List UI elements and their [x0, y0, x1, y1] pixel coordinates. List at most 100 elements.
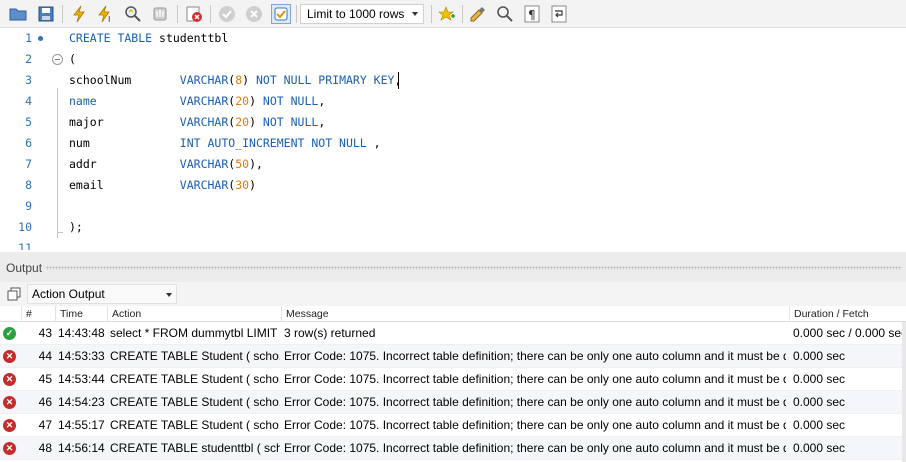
editor-line[interactable]: 7 addr VARCHAR(50),: [0, 154, 906, 175]
row-message: Error Code: 1075. Incorrect table defini…: [284, 441, 786, 455]
limit-rows-select[interactable]: Limit to 1000 rows: [300, 4, 424, 24]
table-row[interactable]: ✕ 46 14:54:23 CREATE TABLE Student ( scho..…: [0, 391, 906, 414]
col-message[interactable]: Message: [282, 306, 790, 322]
svg-text:¶: ¶: [528, 8, 536, 22]
editor-line[interactable]: 10);: [0, 217, 906, 238]
code-token: ): [249, 94, 263, 108]
editor-line[interactable]: 8 email VARCHAR(30): [0, 175, 906, 196]
row-number: 43: [38, 326, 52, 340]
execute-icon[interactable]: [69, 4, 89, 24]
toolbar-separator: [177, 5, 178, 23]
output-type-select[interactable]: Action Output: [27, 284, 177, 304]
line-number: 3: [25, 73, 32, 87]
row-duration: 0.000 sec: [793, 372, 846, 386]
code-token: );: [69, 220, 83, 234]
col-number[interactable]: #: [22, 306, 56, 322]
code-text: CREATE TABLE studenttbl: [69, 28, 228, 49]
row-action: CREATE TABLE Student ( scho...: [110, 372, 280, 386]
code-token: ,: [318, 94, 326, 108]
rollback-icon[interactable]: [244, 4, 264, 24]
editor-line[interactable]: 11: [0, 238, 906, 250]
row-duration: 0.000 sec / 0.000 sec: [793, 326, 906, 340]
editor-line[interactable]: 6 num INT AUTO_INCREMENT NOT NULL ,: [0, 133, 906, 154]
code-token: name: [69, 94, 97, 108]
table-row[interactable]: ✕ 44 14:53:33 CREATE TABLE Student ( scho..…: [0, 345, 906, 368]
table-row[interactable]: ✕ 48 14:56:14 CREATE TABLE studenttbl ( sch…: [0, 437, 906, 460]
autocommit-icon[interactable]: [271, 4, 291, 24]
code-token: ,: [366, 136, 381, 150]
code-text: email VARCHAR(30): [69, 175, 256, 196]
code-token: ): [242, 73, 256, 87]
panel-resize-grip[interactable]: [46, 266, 902, 270]
stop-icon[interactable]: [150, 4, 170, 24]
row-time: 14:53:33: [58, 349, 105, 363]
line-number: 11: [18, 241, 32, 250]
editor-line[interactable]: 9: [0, 196, 906, 217]
table-row[interactable]: ✕ 45 14:53:44 CREATE TABLE Student ( scho..…: [0, 368, 906, 391]
row-action: CREATE TABLE studenttbl ( sch...: [110, 441, 280, 455]
table-header: # Time Action Message Duration / Fetch: [0, 306, 906, 322]
row-duration: 0.000 sec: [793, 418, 846, 432]
beautify-icon[interactable]: [468, 4, 488, 24]
col-action[interactable]: Action: [108, 306, 282, 322]
execute-selection-icon[interactable]: I: [96, 4, 116, 24]
fold-toggle-icon[interactable]: [52, 54, 63, 65]
editor-line[interactable]: 2(: [0, 49, 906, 70]
code-token: VARCHAR: [179, 73, 229, 87]
editor-line[interactable]: 5 major VARCHAR(20) NOT NULL,: [0, 112, 906, 133]
col-duration[interactable]: Duration / Fetch: [790, 306, 902, 322]
add-snippet-icon[interactable]: [437, 4, 457, 24]
row-action: CREATE TABLE Student ( scho...: [110, 395, 280, 409]
code-token: NOT NULL PRIMARY KEY: [255, 73, 395, 87]
save-icon[interactable]: [36, 4, 56, 24]
code-token: VARCHAR: [179, 94, 229, 108]
row-message: Error Code: 1075. Incorrect table defini…: [284, 395, 786, 409]
code-token: INT AUTO_INCREMENT NOT NULL: [179, 136, 367, 150]
sql-editor-toolbar: I Limit to 1000 rows ¶: [0, 0, 906, 28]
explain-icon[interactable]: [123, 4, 143, 24]
row-duration: 0.000 sec: [793, 349, 846, 363]
code-token: ): [249, 178, 256, 192]
error-icon: ✕: [3, 419, 16, 432]
vertical-scrollbar[interactable]: [902, 322, 906, 462]
wrap-icon[interactable]: [549, 4, 569, 24]
code-text: major VARCHAR(20) NOT NULL,: [69, 112, 325, 133]
code-token: ),: [249, 157, 263, 171]
sql-editor[interactable]: 1 CREATE TABLE studenttbl 2( 3 schoolNum VAR…: [0, 28, 906, 250]
code-text: (: [69, 49, 76, 70]
toolbar-separator: [462, 5, 463, 23]
action-output-table: # Time Action Message Duration / Fetch ✓…: [0, 306, 906, 462]
editor-line[interactable]: 4 name VARCHAR(20) NOT NULL,: [0, 91, 906, 112]
find-icon[interactable]: [495, 4, 515, 24]
row-number: 44: [38, 349, 52, 363]
error-icon: ✕: [3, 396, 16, 409]
row-duration: 0.000 sec: [793, 441, 846, 455]
code-token: (: [69, 52, 76, 66]
code-text: addr VARCHAR(50),: [69, 154, 263, 175]
col-time[interactable]: Time: [56, 306, 108, 322]
svg-text:I: I: [108, 15, 110, 23]
editor-line[interactable]: 1 CREATE TABLE studenttbl: [0, 28, 906, 49]
toggle-error-icon[interactable]: [184, 4, 204, 24]
line-number: 4: [25, 94, 32, 108]
code-token: ,: [318, 115, 326, 129]
open-folder-icon[interactable]: [8, 4, 28, 24]
copy-icon[interactable]: [7, 287, 21, 301]
limit-rows-label: Limit to 1000 rows: [307, 7, 405, 21]
code-token: schoolNum: [69, 73, 132, 87]
code-token: num: [69, 136, 90, 150]
invisible-chars-icon[interactable]: ¶: [522, 4, 542, 24]
row-action: CREATE TABLE Student ( scho...: [110, 349, 280, 363]
code-token: CREATE TABLE: [69, 31, 153, 45]
row-time: 14:55:17: [58, 418, 105, 432]
table-row[interactable]: ✕ 47 14:55:17 CREATE TABLE Student ( scho..…: [0, 414, 906, 437]
code-token: 50: [235, 157, 250, 171]
commit-icon[interactable]: [217, 4, 237, 24]
line-number: 9: [25, 199, 32, 213]
row-message: Error Code: 1075. Incorrect table defini…: [284, 418, 786, 432]
table-row[interactable]: ✓ 43 14:43:48 select * FROM dummytbl LIMIT …: [0, 322, 906, 345]
editor-line[interactable]: 3 schoolNum VARCHAR(8) NOT NULL PRIMARY K…: [0, 70, 906, 91]
line-number: 10: [18, 220, 32, 234]
